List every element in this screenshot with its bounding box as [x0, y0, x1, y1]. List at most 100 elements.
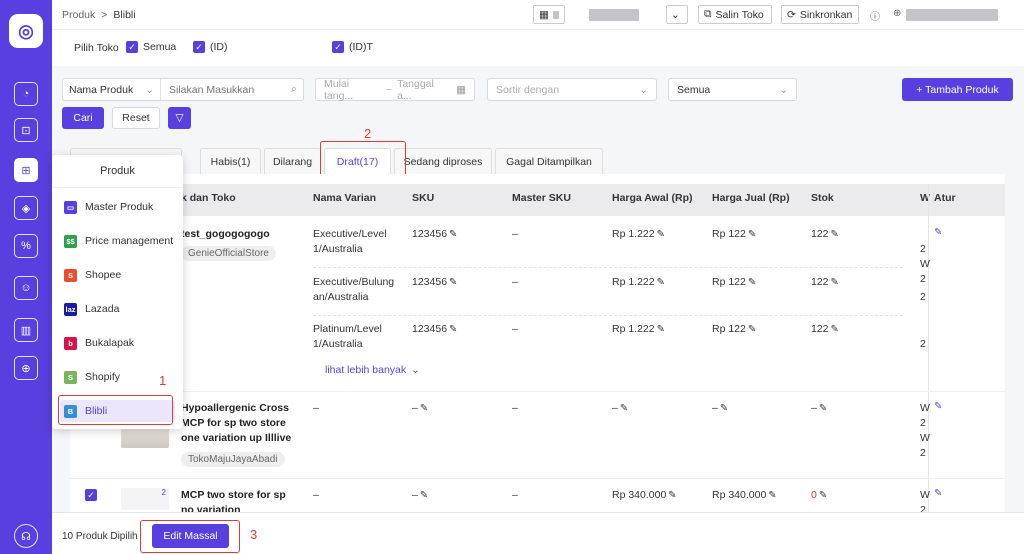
store1-checkbox[interactable]: ✓ (ID) — [193, 41, 228, 53]
chevron-down-icon[interactable]: ⌄ — [666, 5, 688, 24]
price-original-cell: Rp 1.222 ✎ — [612, 275, 665, 290]
search-icon[interactable]: ⌕ — [291, 83, 297, 96]
pencil-icon[interactable]: ✎ — [449, 227, 457, 242]
pencil-icon[interactable]: ✎ — [831, 227, 839, 242]
pencil-icon[interactable]: ✎ — [620, 401, 628, 416]
product-name-line3[interactable]: one variation up Illlive — [181, 431, 291, 446]
redacted-user[interactable] — [906, 9, 998, 21]
tab-sedang-diproses[interactable]: Sedang diproses — [394, 148, 492, 174]
menu-divider — [52, 187, 183, 188]
pencil-icon[interactable]: ✎ — [831, 275, 839, 290]
product-name[interactable]: test_gogogogogo — [181, 227, 270, 242]
pencil-icon[interactable]: ✎ — [657, 322, 665, 337]
search-button[interactable]: Cari — [62, 107, 104, 129]
edit-pencil-icon[interactable]: ✎ — [934, 401, 942, 412]
tab-habis[interactable]: Habis(1) — [200, 148, 261, 174]
pencil-icon[interactable]: ✎ — [420, 488, 428, 503]
tab-gagal-ditampilkan[interactable]: Gagal Ditampilkan — [495, 148, 603, 174]
stock-value: 122 — [811, 323, 829, 335]
store2-label: (ID)T — [349, 41, 373, 53]
pencil-icon[interactable]: ✎ — [748, 275, 756, 290]
annotation-label-2: 2 — [364, 126, 372, 141]
help-icon[interactable]: ⓘ — [870, 8, 880, 23]
pencil-icon[interactable]: ✎ — [748, 322, 756, 337]
chevron-down-icon: ⌄ — [639, 83, 648, 96]
store2-checkbox[interactable]: ✓ (ID)T — [332, 41, 373, 53]
date-range-picker[interactable]: Mulai tang... ~ Tanggal a... ▦ — [315, 77, 475, 102]
master-sku-cell: – — [512, 489, 518, 501]
price-selling-value: Rp 122 — [712, 228, 746, 240]
search-input[interactable] — [169, 83, 289, 96]
row-divider — [70, 478, 1005, 479]
report-chart-icon[interactable]: ▥ — [14, 318, 38, 342]
sku-cell: 123456 ✎ — [412, 322, 457, 337]
price-original-cell: Rp 1.222 ✎ — [612, 227, 665, 242]
product-name-line2[interactable]: MCP for sp two store — [181, 416, 286, 431]
cart-icon[interactable]: ⊡ — [14, 118, 38, 142]
menu-item-price-management[interactable]: $$ Price management — [64, 230, 173, 252]
price-original-value: Rp 1.222 — [612, 228, 655, 240]
column-header-master-sku: Master SKU — [512, 192, 571, 204]
globe-icon[interactable]: ⊕ — [893, 8, 901, 19]
breadcrumb-root[interactable]: Produk — [62, 9, 95, 21]
add-box-icon[interactable]: ⊕ — [14, 356, 38, 380]
menu-item-lazada[interactable]: laz Lazada — [64, 298, 119, 320]
menu-item-bukalapak[interactable]: b Bukalapak — [64, 332, 134, 354]
percent-icon[interactable]: % — [14, 234, 38, 258]
price-original-cell: Rp 1.222 ✎ — [612, 322, 665, 337]
checkbox-checked-icon: ✓ — [193, 41, 205, 53]
product-name-line1[interactable]: MCP two store for sp — [181, 488, 286, 503]
status-select[interactable]: Semua ⌄ — [668, 78, 797, 101]
product-name-line1[interactable]: Hypoallergenic Cross — [181, 401, 289, 416]
copy-store-button[interactable]: ⧉ Salin Toko — [698, 5, 772, 24]
start-date-placeholder: Mulai tang... — [324, 77, 354, 102]
headset-icon[interactable]: ☊ — [14, 524, 38, 548]
store-all-checkbox[interactable]: ✓ Semua — [126, 41, 176, 53]
sticky-column-divider — [928, 184, 929, 512]
edit-pencil-icon[interactable]: ✎ — [934, 488, 942, 499]
master-sku-cell: – — [512, 402, 518, 414]
tab-dilarang[interactable]: Dilarang — [264, 148, 321, 174]
product-tree-icon[interactable]: ⊞ — [14, 158, 38, 182]
pencil-icon[interactable]: ✎ — [768, 488, 776, 503]
genie-logo-icon[interactable]: ◎ — [9, 14, 43, 48]
pencil-icon[interactable]: ✎ — [657, 275, 665, 290]
sync-button[interactable]: ⟳ Sinkronkan — [781, 5, 859, 24]
menu-item-shopify[interactable]: S Shopify — [64, 366, 120, 388]
search-field-select-value: Nama Produk — [69, 83, 134, 96]
pencil-icon[interactable]: ✎ — [831, 322, 839, 337]
w-cell: 2 — [920, 338, 926, 350]
package-icon[interactable]: ◈ — [14, 196, 38, 220]
pencil-icon[interactable]: ✎ — [819, 488, 827, 503]
menu-item-master-produk[interactable]: ▭ Master Produk — [64, 196, 153, 218]
pencil-icon[interactable]: ✎ — [449, 322, 457, 337]
product-thumbnail — [121, 426, 169, 448]
annotation-box-3 — [140, 520, 240, 553]
column-header-variant: Nama Varian — [313, 192, 377, 204]
show-more-link[interactable]: lihat lebih banyak ⌄ — [325, 364, 420, 376]
variant-name-line2: 1/Australia — [313, 243, 363, 255]
pencil-icon[interactable]: ✎ — [668, 488, 676, 503]
filter-icon[interactable]: ▽ — [168, 107, 191, 129]
price-selling-value: Rp 122 — [712, 323, 746, 335]
price-original-value: Rp 1.222 — [612, 323, 655, 335]
sort-select[interactable]: Sortir dengan ⌄ — [487, 78, 657, 101]
pencil-icon[interactable]: ✎ — [449, 275, 457, 290]
search-field-select[interactable]: Nama Produk ⌄ — [63, 79, 161, 100]
reset-button[interactable]: Reset — [112, 107, 160, 129]
menu-item-shopee[interactable]: S Shopee — [64, 264, 121, 286]
edit-pencil-icon[interactable]: ✎ — [934, 227, 942, 238]
calendar-icon: ▦ — [456, 83, 466, 96]
pencil-icon[interactable]: ✎ — [720, 401, 728, 416]
pencil-icon[interactable]: ✎ — [819, 401, 827, 416]
customers-icon[interactable]: ☺ — [14, 276, 38, 300]
dashboard-icon[interactable]: ◔ — [14, 82, 38, 106]
add-product-button[interactable]: + Tambah Produk — [902, 78, 1013, 101]
pencil-icon[interactable]: ✎ — [657, 227, 665, 242]
calendar-icon[interactable]: ▦ — [533, 5, 565, 24]
stock-cell: 122 ✎ — [811, 227, 839, 242]
row-checkbox[interactable]: ✓ — [85, 489, 97, 501]
pencil-icon[interactable]: ✎ — [748, 227, 756, 242]
pencil-icon[interactable]: ✎ — [420, 401, 428, 416]
chevron-down-icon: ⌄ — [411, 364, 420, 376]
